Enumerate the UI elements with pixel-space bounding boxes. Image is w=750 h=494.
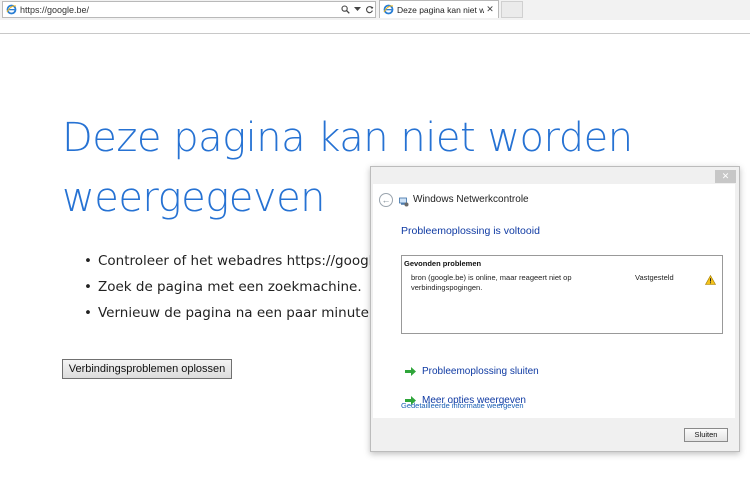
network-diagnostics-dialog: ✕ ← Windows Netwerkcontrole Probleemoplo…	[370, 166, 740, 452]
refresh-icon[interactable]	[363, 3, 375, 17]
close-troubleshooting-command[interactable]: Probleemoplossing sluiten	[405, 366, 539, 377]
network-diagnostics-icon	[399, 194, 409, 207]
suggestion-list: Controleer of het webadres https://googl…	[84, 253, 410, 331]
toolbar-divider	[0, 33, 750, 34]
fix-connection-button[interactable]: Verbindingsproblemen oplossen	[62, 359, 232, 379]
close-button[interactable]: Sluiten	[684, 428, 728, 442]
search-icon[interactable]	[339, 3, 351, 17]
address-bar[interactable]: https://google.be/	[2, 1, 376, 18]
ie-page-icon	[5, 4, 17, 16]
command-label: Probleemoplossing sluiten	[422, 366, 539, 377]
problems-header: Gevonden problemen	[404, 259, 482, 268]
problems-panel: Gevonden problemen bron (google.be) is o…	[401, 255, 723, 334]
green-arrow-icon	[405, 367, 416, 376]
suggestion-item: Vernieuw de pagina na een paar minuten.	[84, 305, 410, 331]
back-arrow-icon[interactable]: ←	[379, 193, 393, 207]
dialog-window-title: Windows Netwerkcontrole	[413, 194, 529, 205]
suggestion-item: Controleer of het webadres https://googl…	[84, 253, 410, 279]
close-icon[interactable]: ✕	[715, 170, 736, 183]
dialog-heading: Probleemoplossing is voltooid	[401, 225, 540, 237]
chevron-down-icon[interactable]	[351, 3, 363, 17]
tab-title: Deze pagina kan niet worde...	[397, 4, 484, 15]
suggestion-item: Zoek de pagina met een zoekmachine.	[84, 279, 410, 305]
new-tab-button[interactable]	[501, 1, 523, 18]
problem-status: Vastgesteld	[635, 273, 674, 282]
problem-description: bron (google.be) is online, maar reageer…	[411, 273, 572, 292]
tab-close-icon[interactable]: ✕	[484, 4, 496, 15]
url-text[interactable]: https://google.be/	[20, 5, 339, 15]
ie-tab-icon	[382, 4, 394, 16]
tab-current[interactable]: Deze pagina kan niet worde... ✕	[379, 0, 499, 18]
detailed-info-link[interactable]: Gedetailleerde informatie weergeven	[401, 401, 524, 410]
warning-icon	[704, 272, 717, 285]
dialog-body: ← Windows Netwerkcontrole Probleemoploss…	[373, 184, 735, 418]
